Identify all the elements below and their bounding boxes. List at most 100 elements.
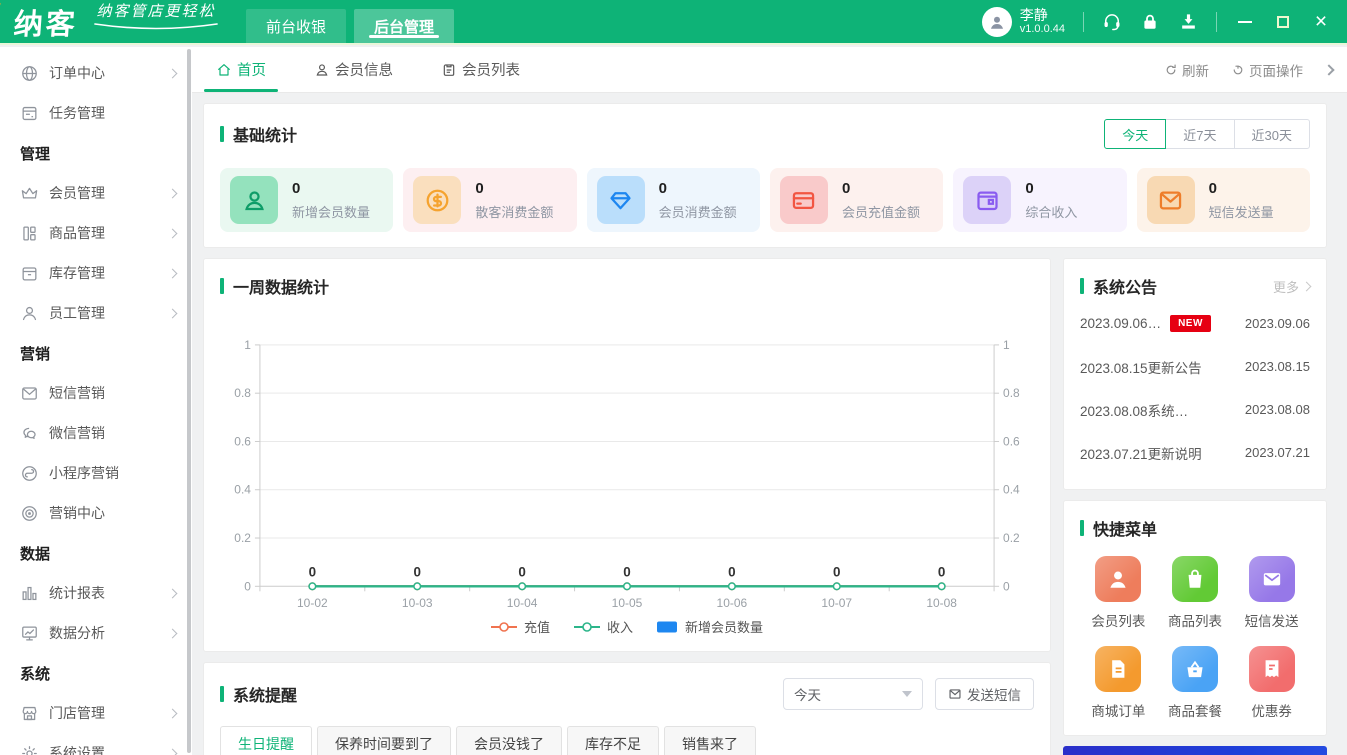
range-30days-button[interactable]: 近30天: [1234, 119, 1310, 149]
quick-coupon[interactable]: 优惠券: [1249, 646, 1295, 720]
announcement-text: 2023.09.06…: [1080, 316, 1161, 331]
svg-text:0.2: 0.2: [1003, 531, 1020, 545]
user-info[interactable]: 李静 v1.0.0.44: [982, 7, 1065, 37]
system-reminder-panel: 系统提醒 今天 发送短信 生日提醒 保养时间要到了: [203, 662, 1051, 755]
maximize-icon[interactable]: [1273, 12, 1293, 32]
quick-item-label: 商城订单: [1091, 700, 1145, 720]
svg-text:10-05: 10-05: [612, 596, 643, 610]
legend-item-new-members[interactable]: 新增会员数量: [657, 617, 763, 636]
close-icon[interactable]: ×: [1311, 12, 1331, 32]
sidebar-section-data: 数据: [0, 533, 192, 573]
svg-text:10-02: 10-02: [297, 596, 328, 610]
header-nav: 前台收银 后台管理: [246, 0, 454, 43]
reminder-tab-sales[interactable]: 销售来了: [664, 726, 756, 755]
stat-card-total-income: 0 综合收入: [953, 168, 1126, 232]
svg-text:10-06: 10-06: [717, 596, 748, 610]
sidebar-item-member-manage[interactable]: 会员管理: [0, 173, 192, 213]
tab-member-info[interactable]: 会员信息: [290, 47, 417, 92]
user-avatar: [982, 7, 1012, 37]
goods-list-icon: [1172, 556, 1218, 602]
sidebar-item-label: 小程序营销: [49, 463, 119, 483]
legend-item-recharge[interactable]: 充值: [491, 617, 550, 636]
goods-icon: [20, 224, 39, 243]
send-sms-button[interactable]: 发送短信: [935, 678, 1034, 710]
sidebar-item-data-analysis[interactable]: 数据分析: [0, 613, 192, 653]
sidebar-item-task-manage[interactable]: 任务管理: [0, 93, 192, 133]
legend-label: 收入: [607, 617, 633, 636]
quick-mall-order[interactable]: 商城订单: [1091, 646, 1145, 720]
svg-text:1: 1: [1003, 338, 1010, 352]
stat-card-walkin-spend: 0散客消费金额: [403, 168, 576, 232]
sidebar-item-store-manage[interactable]: 门店管理: [0, 693, 192, 733]
sidebar-scrollbar[interactable]: [187, 49, 191, 753]
backend-manage-button[interactable]: 后台管理: [354, 9, 454, 43]
svg-text:10-03: 10-03: [402, 596, 433, 610]
sidebar-item-goods-manage[interactable]: 商品管理: [0, 213, 192, 253]
announcement-row[interactable]: 2023.08.08系统… 2023.08.08: [1080, 388, 1310, 431]
lock-icon[interactable]: [1140, 12, 1160, 32]
page-operations-button[interactable]: 页面操作: [1231, 60, 1303, 80]
home-icon: [216, 62, 232, 78]
reminder-tab-birthday[interactable]: 生日提醒: [220, 726, 312, 755]
target-icon: [20, 504, 39, 523]
reminder-tab-no-balance[interactable]: 会员没钱了: [456, 726, 562, 755]
announcement-row[interactable]: 2023.08.15更新公告 2023.08.15: [1080, 345, 1310, 388]
sidebar-item-staff-manage[interactable]: 员工管理: [0, 293, 192, 333]
sidebar-item-miniapp-marketing[interactable]: 小程序营销: [0, 453, 192, 493]
sidebar-item-sms-marketing[interactable]: 短信营销: [0, 373, 192, 413]
basic-stats-title: 基础统计: [220, 122, 297, 146]
svg-text:10-04: 10-04: [507, 596, 538, 610]
stat-label: 综合收入: [1025, 202, 1077, 221]
announcement-row[interactable]: 2023.09.06…NEW 2023.09.06: [1080, 302, 1310, 345]
quick-goods-list[interactable]: 商品列表: [1168, 556, 1222, 630]
sidebar-item-order-center[interactable]: 订单中心: [0, 53, 192, 93]
chevron-right-icon: [168, 308, 178, 318]
quick-goods-package[interactable]: 商品套餐: [1168, 646, 1222, 720]
range-today-button[interactable]: 今天: [1104, 119, 1166, 149]
stat-value: 0: [1025, 180, 1077, 197]
weekly-line-chart[interactable]: 000.20.20.40.40.60.60.80.81110-0210-0310…: [220, 306, 1034, 613]
tab-member-list[interactable]: 会员列表: [417, 47, 544, 92]
reminder-date-select[interactable]: 今天: [783, 678, 923, 710]
sidebar-item-system-settings[interactable]: 系统设置: [0, 733, 192, 755]
sidebar-item-statistics-report[interactable]: 统计报表: [0, 573, 192, 613]
mail-icon: [1147, 176, 1195, 224]
sidebar-item-wechat-marketing[interactable]: 微信营销: [0, 413, 192, 453]
stat-card-member-recharge: 0会员充值金额: [770, 168, 943, 232]
legend-label: 充值: [524, 617, 550, 636]
app-version: v1.0.0.44: [1020, 23, 1065, 36]
reminder-tab-low-stock[interactable]: 库存不足: [567, 726, 659, 755]
refresh-button[interactable]: 刷新: [1164, 60, 1209, 80]
minimize-icon[interactable]: [1235, 12, 1255, 32]
collapse-chevron-icon[interactable]: [1323, 64, 1334, 75]
quick-item-label: 优惠券: [1251, 700, 1292, 720]
svg-text:0.8: 0.8: [1003, 386, 1020, 400]
svg-text:0: 0: [413, 564, 420, 579]
ad-banner[interactable]: 双屏刷脸收银机 刷脸支付: [1063, 746, 1327, 755]
announcements-more-link[interactable]: 更多: [1273, 277, 1310, 296]
announcement-text: 2023.07.21更新说明: [1080, 443, 1202, 463]
sidebar-item-inventory-manage[interactable]: 库存管理: [0, 253, 192, 293]
quick-sms-send[interactable]: 短信发送: [1245, 556, 1299, 630]
sidebar-item-label: 数据分析: [49, 623, 105, 643]
page-operations-label: 页面操作: [1249, 60, 1303, 80]
wallet-icon: [963, 176, 1011, 224]
new-badge: NEW: [1170, 315, 1211, 332]
sidebar-item-label: 商品管理: [49, 223, 105, 243]
announcement-text: 2023.08.08系统…: [1080, 400, 1188, 420]
tab-home[interactable]: 首页: [192, 47, 290, 92]
quick-member-list[interactable]: 会员列表: [1091, 556, 1145, 630]
customer-service-icon[interactable]: [1102, 12, 1122, 32]
range-7days-button[interactable]: 近7天: [1165, 119, 1234, 149]
quick-item-label: 商品套餐: [1168, 700, 1222, 720]
download-icon[interactable]: [1178, 12, 1198, 32]
page-operations-icon: [1231, 63, 1245, 77]
front-cashier-button[interactable]: 前台收银: [246, 9, 346, 43]
announcement-row[interactable]: 2023.07.21更新说明 2023.07.21: [1080, 431, 1310, 474]
sidebar-section-manage: 管理: [0, 133, 192, 173]
legend-item-income[interactable]: 收入: [574, 617, 633, 636]
sidebar-item-marketing-center[interactable]: 营销中心: [0, 493, 192, 533]
reminder-tab-maintenance[interactable]: 保养时间要到了: [317, 726, 451, 755]
chevron-right-icon: [168, 268, 178, 278]
header-divider: [1083, 12, 1084, 32]
